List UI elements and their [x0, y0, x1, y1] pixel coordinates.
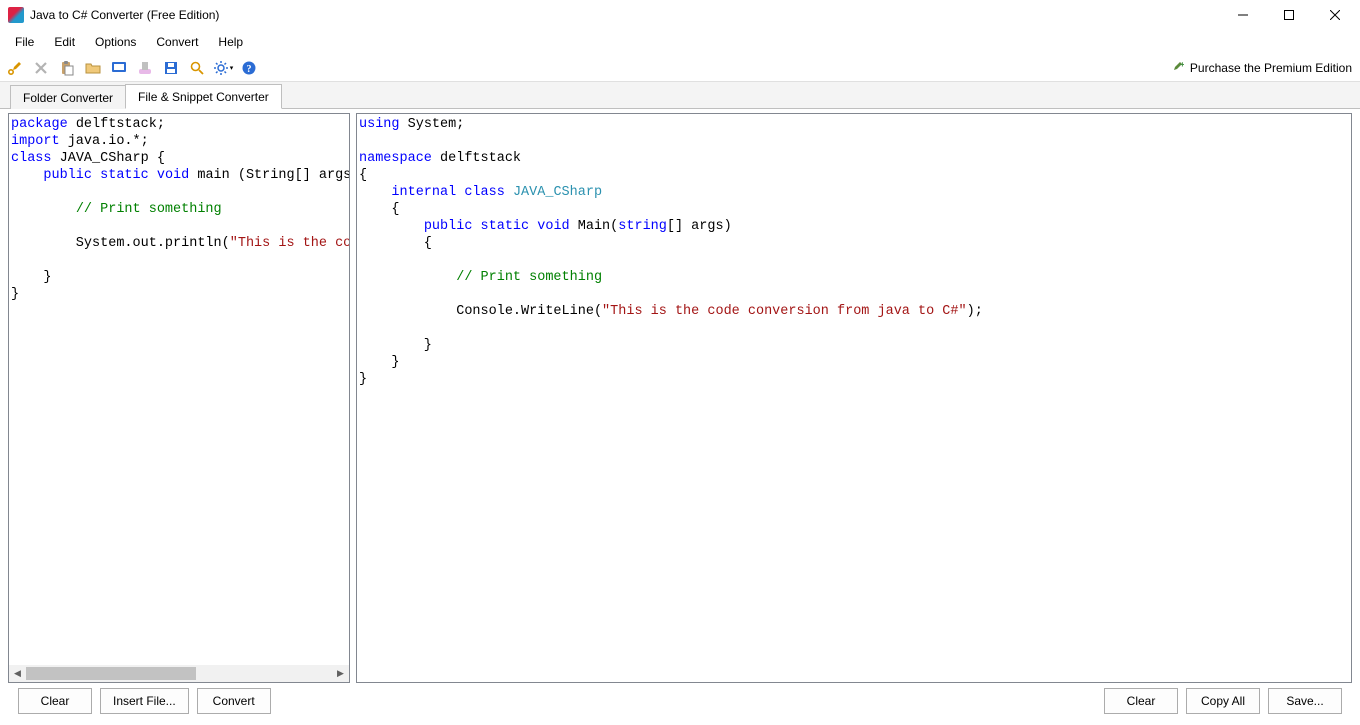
svg-text:?: ? [247, 64, 252, 75]
open-file-icon[interactable] [82, 57, 104, 79]
premium-icon: + [1170, 61, 1184, 75]
delete-icon[interactable] [30, 57, 52, 79]
scroll-thumb[interactable] [26, 667, 196, 680]
convert-button[interactable]: Convert [197, 688, 271, 714]
source-pane: package delftstack; import java.io.*; cl… [8, 113, 350, 683]
scroll-left-icon[interactable]: ◀ [9, 665, 26, 682]
premium-link[interactable]: + Purchase the Premium Edition [1170, 61, 1356, 75]
source-horizontal-scrollbar[interactable]: ◀ ▶ [9, 665, 349, 682]
clear-output-button[interactable]: Clear [1104, 688, 1178, 714]
premium-label: Purchase the Premium Edition [1190, 61, 1352, 75]
search-icon[interactable] [186, 57, 208, 79]
app-icon [8, 7, 24, 23]
output-pane: using System; namespace delftstack { int… [356, 113, 1352, 683]
insert-file-button[interactable]: Insert File... [100, 688, 189, 714]
menu-options[interactable]: Options [86, 32, 145, 52]
svg-text:+: + [1180, 61, 1184, 69]
save-button[interactable]: Save... [1268, 688, 1342, 714]
toolbar: ▾ ? + Purchase the Premium Edition [0, 54, 1360, 82]
workarea: package delftstack; import java.io.*; cl… [0, 109, 1360, 683]
output-code-viewer[interactable]: using System; namespace delftstack { int… [357, 114, 1351, 682]
tabstrip: Folder Converter File & Snippet Converte… [0, 82, 1360, 109]
menu-help[interactable]: Help [209, 32, 252, 52]
bottombar: Clear Insert File... Convert Clear Copy … [0, 683, 1360, 725]
scroll-right-icon[interactable]: ▶ [332, 665, 349, 682]
source-code-editor[interactable]: package delftstack; import java.io.*; cl… [9, 114, 349, 665]
menu-convert[interactable]: Convert [147, 32, 207, 52]
titlebar: Java to C# Converter (Free Edition) [0, 0, 1360, 30]
menu-file[interactable]: File [6, 32, 43, 52]
paste-icon[interactable] [56, 57, 78, 79]
save-icon[interactable] [160, 57, 182, 79]
maximize-button[interactable] [1266, 0, 1312, 30]
window-controls [1220, 0, 1358, 30]
tab-folder-converter[interactable]: Folder Converter [10, 85, 126, 109]
wrench-icon[interactable] [4, 57, 26, 79]
clear-icon[interactable] [134, 57, 156, 79]
window-title: Java to C# Converter (Free Edition) [30, 8, 219, 22]
help-icon[interactable]: ? [238, 57, 260, 79]
settings-icon[interactable]: ▾ [212, 57, 234, 79]
convert-icon[interactable] [108, 57, 130, 79]
minimize-button[interactable] [1220, 0, 1266, 30]
close-button[interactable] [1312, 0, 1358, 30]
tab-file-snippet-converter[interactable]: File & Snippet Converter [125, 84, 282, 109]
copy-all-button[interactable]: Copy All [1186, 688, 1260, 714]
clear-source-button[interactable]: Clear [18, 688, 92, 714]
menubar: File Edit Options Convert Help [0, 30, 1360, 54]
menu-edit[interactable]: Edit [45, 32, 84, 52]
